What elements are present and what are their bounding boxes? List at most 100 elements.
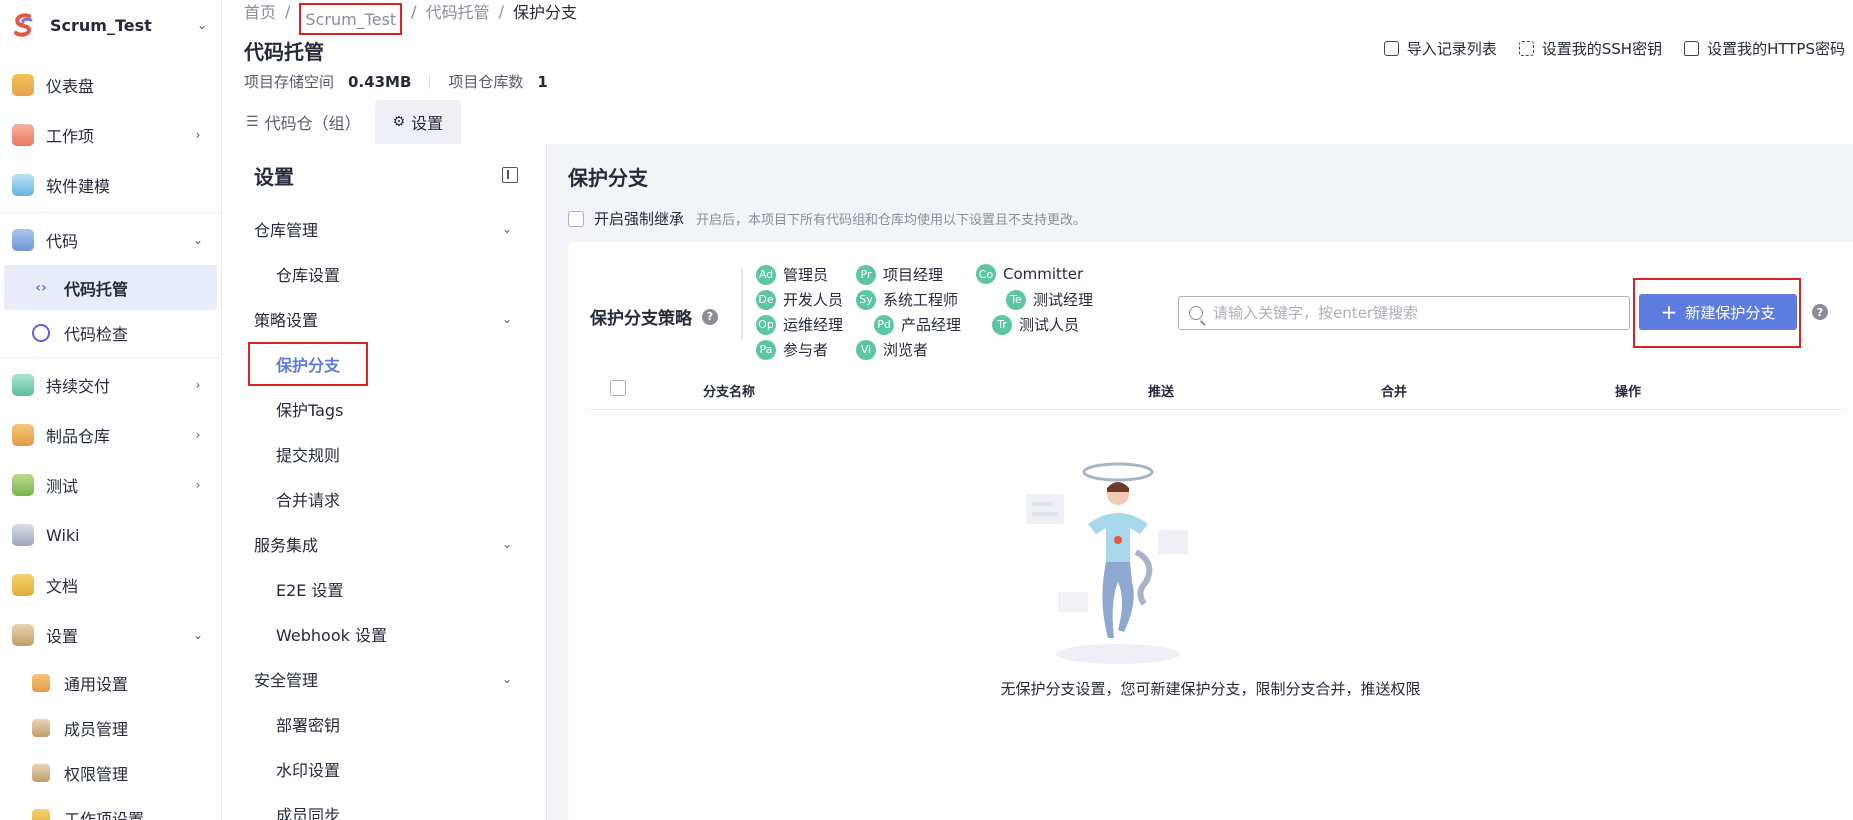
tab-settings[interactable]: ⚙ 设置 <box>374 100 462 144</box>
role-legend-item: Te 测试经理 <box>1006 289 1093 310</box>
role-legend-item: Ad 管理员 <box>756 264 828 285</box>
settings-nav: 设置 仓库管理 ⌄ 仓库设置 策略设置 ⌄ 保护分支 保护Tags 提交规则 合… <box>222 144 547 820</box>
sidebar-item-artifacts[interactable]: 制品仓库 › <box>0 410 221 460</box>
force-inherit-checkbox[interactable] <box>568 210 584 227</box>
collapse-panel-icon[interactable] <box>502 167 518 183</box>
breadcrumb-current: 保护分支 <box>512 3 577 22</box>
sidebar-item-workitems[interactable]: 工作项 › <box>0 110 221 160</box>
ssh-key-link[interactable]: 设置我的SSH密钥 <box>1518 38 1662 59</box>
role-legend-item: Pa 参与者 <box>756 339 828 360</box>
divider <box>741 268 743 340</box>
chevron-down-icon: ⌄ <box>196 18 208 32</box>
role-badge: De <box>756 289 776 310</box>
help-icon[interactable]: ? <box>1812 304 1828 320</box>
sidebar-item-code[interactable]: 代码 ⌄ <box>0 215 221 265</box>
tab-settings-label: 设置 <box>411 114 444 133</box>
help-icon[interactable]: ? <box>702 308 718 325</box>
project-switcher[interactable]: Scrum_Test ⌄ <box>0 0 221 50</box>
breadcrumb-section[interactable]: 代码托管 <box>426 0 490 23</box>
role-name: 产品经理 <box>901 316 962 334</box>
role-badge: Pr <box>856 264 876 285</box>
page-title: 代码托管 <box>244 40 324 64</box>
new-protected-branch-button[interactable]: + 新建保护分支 <box>1639 294 1797 330</box>
settings-item-webhook[interactable]: Webhook 设置 <box>222 611 546 656</box>
sidebar-item-code-check[interactable]: 代码检查 <box>0 310 221 355</box>
sidebar-item-label: 权限管理 <box>64 764 129 784</box>
role-legend-item: Pd 产品经理 <box>874 314 961 335</box>
settings-group-repo-mgmt[interactable]: 仓库管理 ⌄ <box>222 206 546 251</box>
breadcrumb-separator: / <box>285 1 291 21</box>
breadcrumb-project[interactable]: Scrum_Test <box>299 3 403 35</box>
settings-item-protected-branches[interactable]: 保护分支 <box>222 341 546 386</box>
divider <box>0 212 221 213</box>
breadcrumb-home[interactable]: 首页 <box>244 0 276 23</box>
test-icon <box>12 474 34 496</box>
settings-item-watermark[interactable]: 水印设置 <box>222 746 546 791</box>
role-name: 测试人员 <box>1019 316 1080 334</box>
protected-branches-highlight: 保护分支 <box>248 341 369 386</box>
sidebar-item-dashboard[interactable]: 仪表盘 <box>0 60 221 110</box>
settings-item-e2e[interactable]: E2E 设置 <box>222 566 546 611</box>
select-all-checkbox[interactable] <box>610 380 626 396</box>
sidebar-item-docs[interactable]: 文档 <box>0 560 221 610</box>
repo-count-value: 1 <box>537 72 548 91</box>
sidebar-item-label: 代码 <box>46 232 79 251</box>
project-name: Scrum_Test <box>50 15 152 35</box>
artifact-icon <box>12 424 34 446</box>
sidebar-item-modeling[interactable]: 软件建模 <box>0 160 221 210</box>
key-icon <box>1518 41 1534 56</box>
role-badge: Co <box>976 264 996 284</box>
empty-state-illustration <box>1026 462 1188 664</box>
sidebar-item-code-hosting[interactable]: ‹› 代码托管 <box>4 265 217 310</box>
settings-item-label: 保护分支 <box>276 355 341 375</box>
settings-item-repo-settings[interactable]: 仓库设置 <box>222 251 546 296</box>
section-title: 保护分支 <box>568 166 648 190</box>
gear-icon: ⚙ <box>392 114 406 130</box>
https-password-link[interactable]: 设置我的HTTPS密码 <box>1684 38 1845 59</box>
plus-icon: + <box>1660 300 1678 324</box>
settings-nav-header: 设置 <box>222 144 546 206</box>
sidebar-item-delivery[interactable]: 持续交付 › <box>0 360 221 410</box>
workitem-icon <box>12 124 34 146</box>
branch-search-input[interactable] <box>1213 304 1613 322</box>
role-name: 浏览者 <box>883 341 929 359</box>
settings-group-label: 服务集成 <box>254 535 319 555</box>
table-header: 分支名称 推送 合并 操作 <box>588 368 1843 410</box>
divider <box>0 357 221 358</box>
chevron-right-icon: › <box>195 428 201 442</box>
project-stats: 项目存储空间 0.43MB 项目仓库数 1 <box>244 71 548 92</box>
sidebar-item-label: 代码托管 <box>64 279 129 299</box>
settings-item-protected-tags[interactable]: 保护Tags <box>222 386 546 431</box>
role-name: 测试经理 <box>1033 291 1094 309</box>
settings-group-security[interactable]: 安全管理 ⌄ <box>222 656 546 701</box>
settings-item-commit-rules[interactable]: 提交规则 <box>222 431 546 476</box>
sidebar-item-label: 工作项 <box>46 127 95 146</box>
settings-item-deploy-keys[interactable]: 部署密钥 <box>222 701 546 746</box>
members-icon <box>32 718 50 737</box>
column-merge[interactable]: 合并 <box>1381 381 1407 400</box>
sidebar-item-permissions[interactable]: 权限管理 <box>0 750 221 795</box>
breadcrumb-project-label: Scrum_Test <box>305 9 397 29</box>
sidebar-item-workitem-settings[interactable]: 工作项设置 <box>0 795 221 820</box>
column-branch-name[interactable]: 分支名称 <box>703 381 755 400</box>
settings-item-member-sync[interactable]: 成员同步 <box>222 791 546 820</box>
sidebar-item-wiki[interactable]: Wiki <box>0 510 221 560</box>
settings-group-policy[interactable]: 策略设置 ⌄ <box>222 296 546 341</box>
sidebar-item-members[interactable]: 成员管理 <box>0 705 221 750</box>
sidebar-item-general-settings[interactable]: 通用设置 <box>0 660 221 705</box>
settings-item-merge-requests[interactable]: 合并请求 <box>222 476 546 521</box>
tab-repos[interactable]: ☰ 代码仓（组） <box>232 100 375 144</box>
sidebar-item-settings[interactable]: 设置 ⌄ <box>0 610 221 660</box>
role-legend-item: Co Committer <box>976 264 1083 284</box>
settings-group-service[interactable]: 服务集成 ⌄ <box>222 521 546 566</box>
role-name: 系统工程师 <box>883 291 959 309</box>
force-inherit-row: 开启强制继承 开启后，本项目下所有代码组和仓库均使用以下设置且不支持更改。 <box>568 208 1086 229</box>
sidebar-item-testing[interactable]: 测试 › <box>0 460 221 510</box>
role-badge: Pa <box>756 339 776 360</box>
import-records-link[interactable]: 导入记录列表 <box>1383 38 1497 59</box>
column-push[interactable]: 推送 <box>1148 381 1174 400</box>
protected-branches-card: 保护分支策略 ? Ad 管理员 Pr 项目经理 Co Committer De 开发人员… <box>568 242 1853 820</box>
wiki-icon <box>12 524 34 546</box>
chevron-right-icon: › <box>195 128 201 142</box>
role-legend-item: Tr 测试人员 <box>992 314 1079 335</box>
